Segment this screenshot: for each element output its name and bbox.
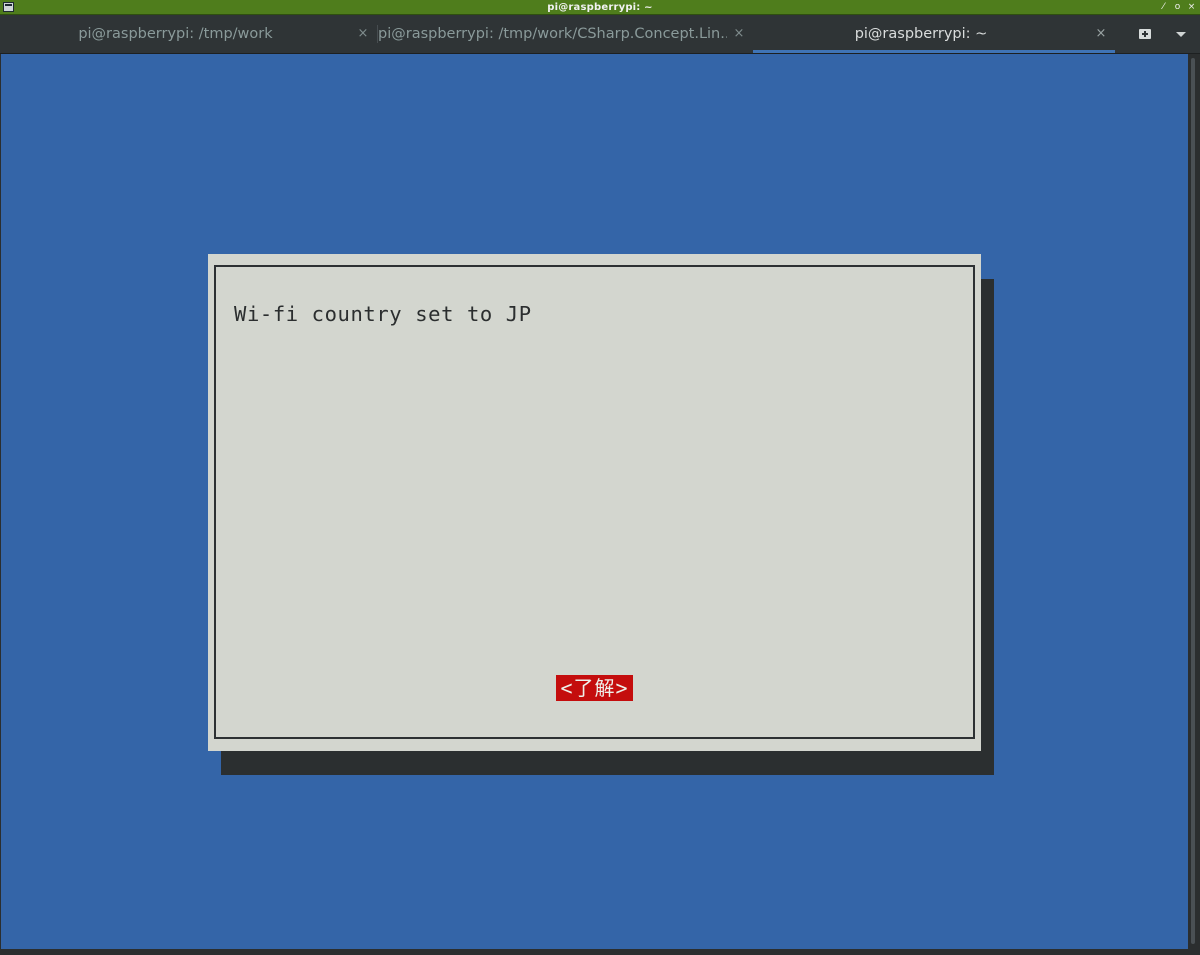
tab-tmp-work-csharp[interactable]: pi@raspberrypi: /tmp/work/CSharp.Concept…	[378, 15, 753, 53]
new-tab-button[interactable]	[1130, 15, 1160, 53]
tab-label: pi@raspberrypi: /tmp/work	[78, 26, 273, 42]
new-tab-icon	[1139, 29, 1151, 39]
tab-bar: pi@raspberrypi: /tmp/work × pi@raspberry…	[0, 15, 1200, 54]
window-titlebar[interactable]: pi@raspberrypi: ~ ⁄ o ×	[0, 0, 1200, 15]
tab-close-icon[interactable]: ×	[1093, 15, 1109, 53]
scrollbar-thumb[interactable]	[1191, 58, 1195, 944]
dropdown-arrow-icon	[1176, 31, 1186, 37]
window-title: pi@raspberrypi: ~	[547, 2, 653, 13]
terminal-scrollbar[interactable]	[1188, 54, 1200, 949]
window-controls: ⁄ o ×	[1159, 0, 1196, 15]
tab-close-icon[interactable]: ×	[355, 15, 371, 53]
message-dialog: Wi-fi country set to JP <了解>	[208, 254, 981, 751]
tab-close-icon[interactable]: ×	[731, 15, 747, 53]
tab-label: pi@raspberrypi: ~	[854, 26, 988, 42]
window-bottom-edge	[0, 949, 1200, 955]
tab-home-active[interactable]: pi@raspberrypi: ~ ×	[753, 15, 1115, 53]
minimize-button[interactable]: ⁄	[1159, 0, 1168, 15]
tab-menu-button[interactable]	[1166, 15, 1196, 53]
maximize-button[interactable]: o	[1173, 0, 1182, 15]
ok-button[interactable]: <了解>	[556, 675, 633, 701]
tab-tmp-work[interactable]: pi@raspberrypi: /tmp/work ×	[0, 15, 377, 53]
dialog-frame	[214, 265, 975, 739]
close-window-button[interactable]: ×	[1187, 0, 1196, 15]
dialog-message: Wi-fi country set to JP	[234, 302, 532, 326]
tab-label: pi@raspberrypi: /tmp/work/CSharp.Concept…	[378, 26, 727, 42]
